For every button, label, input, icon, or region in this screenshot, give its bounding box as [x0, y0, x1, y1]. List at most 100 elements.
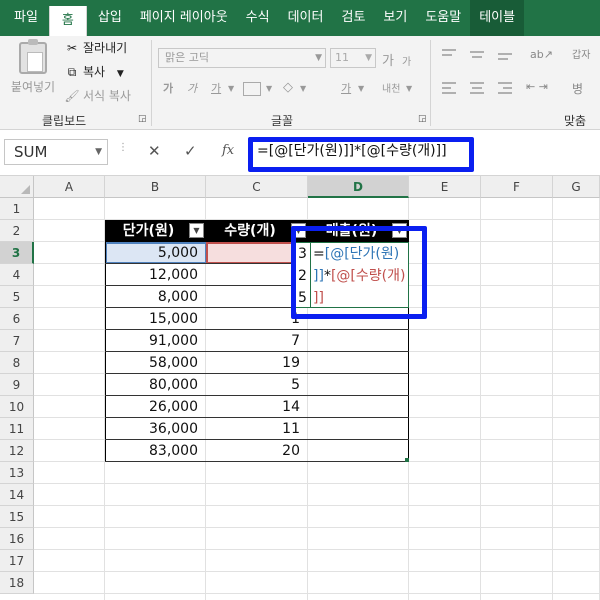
gridline — [552, 198, 553, 600]
chevron-down-icon[interactable]: ▼ — [406, 84, 412, 93]
orientation-icon[interactable]: ab↗ — [530, 48, 553, 61]
underline-button[interactable]: 가 — [211, 80, 221, 96]
column-header-e[interactable]: E — [409, 176, 481, 198]
gridline — [34, 593, 600, 594]
chevron-down-icon[interactable]: ▼ — [358, 84, 364, 93]
cell-unit-price[interactable]: 58,000 — [105, 352, 206, 374]
row-header-17[interactable]: 17 — [0, 550, 34, 572]
paste-button[interactable]: 붙여넣기 — [10, 39, 56, 110]
cell-quantity[interactable]: 19 — [206, 352, 308, 374]
row-header-18[interactable]: 18 — [0, 572, 34, 594]
chevron-down-icon[interactable]: ▼ — [228, 84, 234, 93]
line-mark — [442, 87, 451, 89]
row-header-3[interactable]: 3 — [0, 242, 34, 264]
cell-unit-price[interactable]: 15,000 — [105, 308, 206, 330]
grow-font-button[interactable]: 가 — [382, 50, 394, 69]
resize-handle-icon[interactable] — [405, 458, 409, 462]
cell-unit-price[interactable]: 91,000 — [105, 330, 206, 352]
tab-file[interactable]: 파일 — [0, 0, 47, 36]
cell-quantity[interactable]: 5 — [206, 374, 308, 396]
row-header-11[interactable]: 11 — [0, 418, 34, 440]
line-mark — [498, 82, 512, 84]
filter-dropdown-icon[interactable]: ▼ — [189, 223, 204, 238]
row-header-6[interactable]: 6 — [0, 308, 34, 330]
row-header-12[interactable]: 12 — [0, 440, 34, 462]
row-header-14[interactable]: 14 — [0, 484, 34, 506]
row-header-2[interactable]: 2 — [0, 220, 34, 242]
row-header-1[interactable]: 1 — [0, 198, 34, 220]
row-header-15[interactable]: 15 — [0, 506, 34, 528]
cell-unit-price[interactable]: 12,000 — [105, 264, 206, 286]
font-name-dropdown[interactable]: 맑은 고딕 ▼ — [158, 48, 326, 68]
row-header-5[interactable]: 5 — [0, 286, 34, 308]
format-painter-label: 서식 복사 — [83, 89, 131, 103]
tab-help[interactable]: 도움말 — [416, 0, 470, 36]
alignment-group-label: 맞춤 — [564, 114, 587, 128]
table-row-line — [105, 395, 409, 396]
name-box[interactable]: SUM ▼ — [4, 139, 108, 165]
tab-page-layout[interactable]: 페이지 레이아웃 — [131, 0, 237, 36]
enter-icon[interactable]: ✓ — [184, 142, 197, 160]
column-header-b[interactable]: B — [105, 176, 206, 198]
column-header-g[interactable]: G — [553, 176, 600, 198]
cell-unit-price[interactable]: 8,000 — [105, 286, 206, 308]
font-name-value: 맑은 고딕 — [165, 51, 209, 64]
cancel-icon[interactable]: ✕ — [148, 142, 161, 160]
copy-button[interactable]: ⧉ 복사 ▼ — [64, 62, 124, 82]
row-header-13[interactable]: 13 — [0, 462, 34, 484]
select-all-button[interactable] — [0, 176, 34, 198]
indent-icon[interactable]: ⇤ ⇥ — [526, 80, 548, 93]
cell-unit-price[interactable]: 83,000 — [105, 440, 206, 462]
column-header-d[interactable]: D — [308, 176, 409, 198]
tab-insert[interactable]: 삽입 — [89, 0, 131, 36]
italic-button[interactable]: 가 — [187, 80, 197, 96]
row-header-4[interactable]: 4 — [0, 264, 34, 286]
tab-review[interactable]: 검토 — [332, 0, 374, 36]
tab-formulas[interactable]: 수식 — [237, 0, 279, 36]
tab-home[interactable]: 홈 — [48, 6, 87, 36]
insert-function-icon[interactable]: fx — [222, 143, 234, 158]
column-header-c[interactable]: C — [206, 176, 308, 198]
tab-table-design[interactable]: 테이블 — [470, 0, 525, 36]
bold-button[interactable]: 가 — [163, 80, 173, 96]
column-header-a[interactable]: A — [34, 176, 105, 198]
shrink-font-button[interactable]: 가 — [402, 53, 411, 68]
cell-quantity[interactable]: 11 — [206, 418, 308, 440]
line-mark — [498, 58, 508, 60]
merge-center-button[interactable]: 병 — [572, 80, 583, 97]
row-header-8[interactable]: 8 — [0, 352, 34, 374]
table-border — [105, 220, 106, 462]
font-size-dropdown[interactable]: 11 ▼ — [330, 48, 376, 68]
dialog-launcher-icon[interactable]: ◲ — [138, 114, 147, 124]
cell-quantity[interactable]: 14 — [206, 396, 308, 418]
cell-quantity[interactable]: 7 — [206, 330, 308, 352]
cell-quantity[interactable]: 20 — [206, 440, 308, 462]
cut-label: 잘라내기 — [83, 41, 128, 55]
dialog-launcher-icon[interactable]: ◲ — [418, 114, 427, 124]
copy-icon: ⧉ — [67, 65, 77, 79]
format-painter-button[interactable]: 🖌 서식 복사 — [64, 86, 131, 106]
row-header-9[interactable]: 9 — [0, 374, 34, 396]
resize-handle-icon[interactable]: ⋮ — [118, 142, 128, 153]
chevron-down-icon[interactable]: ▼ — [300, 84, 306, 93]
cell-unit-price[interactable]: 5,000 — [105, 242, 206, 264]
chevron-down-icon[interactable]: ▼ — [266, 84, 272, 93]
tab-view[interactable]: 보기 — [374, 0, 416, 36]
row-header-10[interactable]: 10 — [0, 396, 34, 418]
fill-color-icon[interactable]: ◇ — [283, 80, 293, 95]
cut-button[interactable]: ✂ 잘라내기 — [64, 38, 127, 58]
column-header-f[interactable]: F — [481, 176, 553, 198]
cell-unit-price[interactable]: 36,000 — [105, 418, 206, 440]
line-mark — [498, 53, 512, 55]
border-icon[interactable] — [243, 82, 261, 96]
tab-data[interactable]: 데이터 — [279, 0, 333, 36]
phonetic-button[interactable]: 내천 — [382, 80, 400, 95]
row-header-7[interactable]: 7 — [0, 330, 34, 352]
chevron-down-icon: ▼ — [95, 147, 102, 157]
cell-unit-price[interactable]: 26,000 — [105, 396, 206, 418]
row-header-16[interactable]: 16 — [0, 528, 34, 550]
wrap-text-button[interactable]: 갑자 — [572, 46, 590, 61]
clipboard-icon — [19, 39, 47, 74]
font-color-icon[interactable]: 가 — [341, 80, 351, 96]
cell-unit-price[interactable]: 80,000 — [105, 374, 206, 396]
